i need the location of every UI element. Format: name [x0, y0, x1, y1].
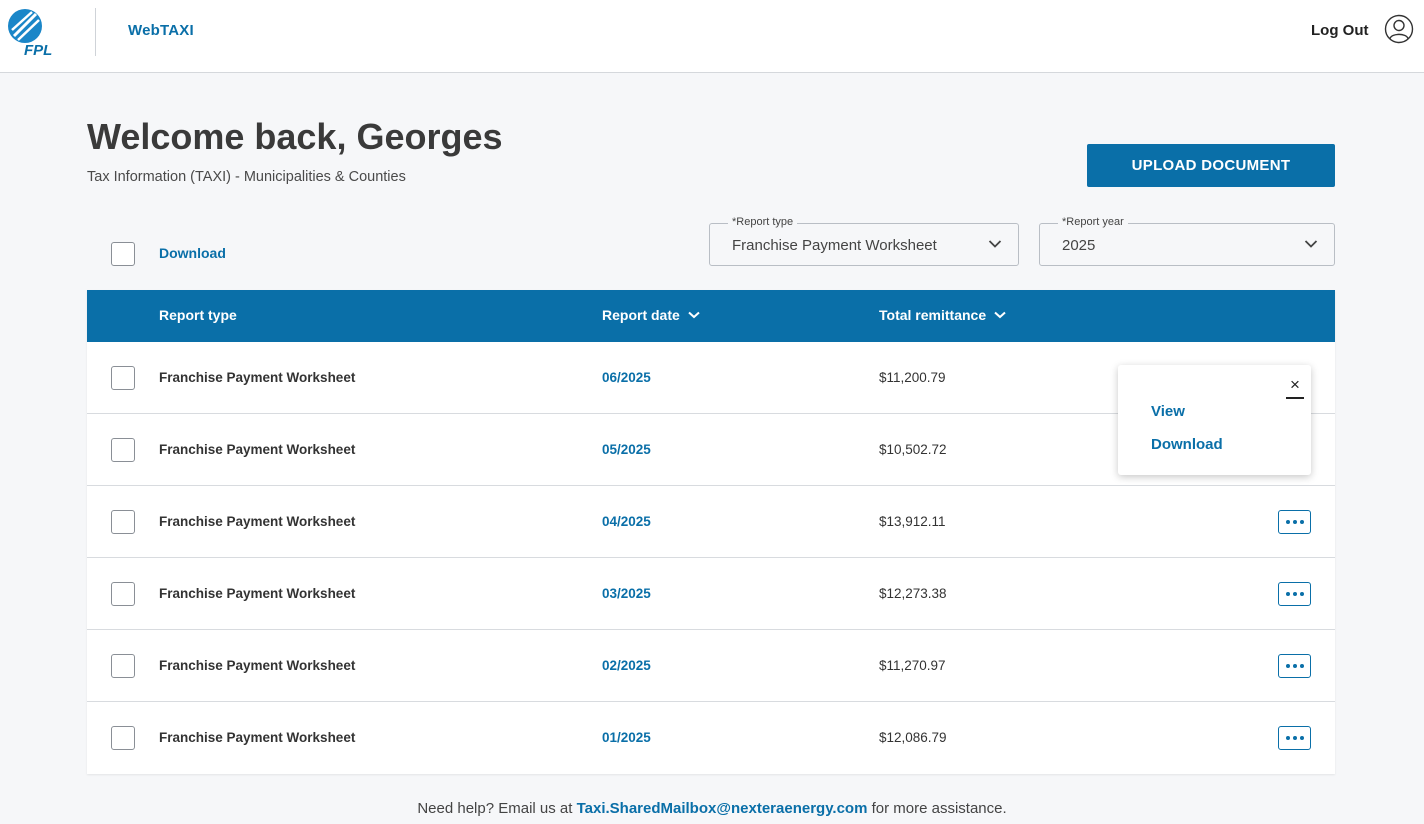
column-header-report-type: Report type	[159, 307, 237, 323]
close-icon[interactable]: ×	[1286, 375, 1304, 399]
popover-download-item[interactable]: Download	[1151, 436, 1223, 453]
row-actions-more-button[interactable]	[1278, 510, 1311, 534]
report-year-value: 2025	[1062, 237, 1095, 254]
table-header: Report type Report date Total remittance	[87, 290, 1335, 342]
cell-total-remittance: $10,502.72	[879, 442, 947, 457]
cell-total-remittance: $11,270.97	[879, 658, 946, 673]
cell-total-remittance: $11,200.79	[879, 370, 946, 385]
fpl-logo-icon[interactable]: FPL	[6, 6, 66, 58]
report-type-value: Franchise Payment Worksheet	[732, 237, 937, 254]
table-row: Franchise Payment Worksheet 01/2025 $12,…	[87, 702, 1335, 774]
upload-document-button[interactable]: UPLOAD DOCUMENT	[1087, 144, 1335, 187]
reports-table: Report type Report date Total remittance…	[87, 290, 1335, 774]
column-header-report-date[interactable]: Report date	[602, 307, 700, 323]
bulk-download-link[interactable]: Download	[159, 245, 226, 261]
report-type-label: *Report type	[728, 216, 797, 228]
chevron-down-icon	[688, 311, 700, 319]
top-header: FPL WebTAXI Log Out	[0, 0, 1424, 73]
row-checkbox[interactable]	[111, 438, 135, 462]
cell-report-type: Franchise Payment Worksheet	[159, 442, 355, 457]
user-circle-icon[interactable]	[1384, 14, 1414, 44]
row-checkbox[interactable]	[111, 366, 135, 390]
row-checkbox[interactable]	[111, 582, 135, 606]
row-actions-popover: × View Download	[1118, 365, 1311, 475]
report-year-select[interactable]: *Report year 2025	[1039, 223, 1335, 266]
help-email-link[interactable]: Taxi.SharedMailbox@nexteraenergy.com	[577, 800, 868, 817]
logo-text: FPL	[24, 42, 52, 58]
cell-report-date-link[interactable]: 01/2025	[602, 730, 651, 745]
chevron-down-icon	[994, 311, 1006, 319]
cell-report-type: Franchise Payment Worksheet	[159, 730, 355, 745]
table-row: Franchise Payment Worksheet 03/2025 $12,…	[87, 558, 1335, 630]
cell-report-type: Franchise Payment Worksheet	[159, 586, 355, 601]
cell-total-remittance: $13,912.11	[879, 514, 946, 529]
table-row: Franchise Payment Worksheet 02/2025 $11,…	[87, 630, 1335, 702]
cell-report-date-link[interactable]: 05/2025	[602, 442, 651, 457]
column-header-label: Total remittance	[879, 307, 986, 323]
row-checkbox[interactable]	[111, 726, 135, 750]
cell-report-type: Franchise Payment Worksheet	[159, 370, 355, 385]
cell-report-type: Franchise Payment Worksheet	[159, 658, 355, 673]
cell-report-type: Franchise Payment Worksheet	[159, 514, 355, 529]
cell-total-remittance: $12,273.38	[879, 586, 947, 601]
row-checkbox[interactable]	[111, 510, 135, 534]
cell-report-date-link[interactable]: 06/2025	[602, 370, 651, 385]
page-title: Welcome back, Georges	[87, 116, 503, 158]
chevron-down-icon	[1304, 239, 1318, 249]
report-year-label: *Report year	[1058, 216, 1128, 228]
help-suffix: for more assistance.	[872, 800, 1007, 817]
row-actions-more-button[interactable]	[1278, 726, 1311, 750]
column-header-label: Report date	[602, 307, 680, 323]
help-prefix: Need help? Email us at	[417, 800, 572, 817]
row-actions-more-button[interactable]	[1278, 582, 1311, 606]
row-actions-more-button[interactable]	[1278, 654, 1311, 678]
app-name[interactable]: WebTAXI	[128, 22, 194, 39]
page-subtitle: Tax Information (TAXI) - Municipalities …	[87, 169, 406, 185]
report-type-select[interactable]: *Report type Franchise Payment Worksheet	[709, 223, 1019, 266]
row-checkbox[interactable]	[111, 654, 135, 678]
help-footer: Need help? Email us at Taxi.SharedMailbo…	[0, 800, 1424, 817]
cell-report-date-link[interactable]: 03/2025	[602, 586, 651, 601]
popover-view-item[interactable]: View	[1151, 403, 1185, 420]
column-header-label: Report type	[159, 307, 237, 323]
cell-report-date-link[interactable]: 04/2025	[602, 514, 651, 529]
table-row: Franchise Payment Worksheet 04/2025 $13,…	[87, 486, 1335, 558]
column-header-total-remittance[interactable]: Total remittance	[879, 307, 1006, 323]
chevron-down-icon	[988, 239, 1002, 249]
logout-link[interactable]: Log Out	[1311, 22, 1368, 39]
cell-report-date-link[interactable]: 02/2025	[602, 658, 651, 673]
logo-divider	[95, 8, 96, 56]
cell-total-remittance: $12,086.79	[879, 730, 947, 745]
select-all-checkbox[interactable]	[111, 242, 135, 266]
